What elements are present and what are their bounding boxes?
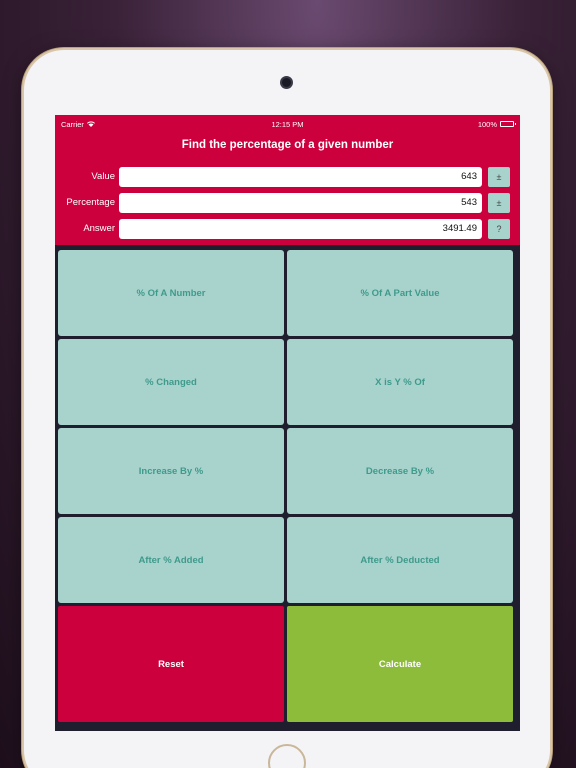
reset-button[interactable]: Reset [58, 606, 284, 722]
status-bar: Carrier 12:15 PM 100% [55, 115, 520, 133]
status-time: 12:15 PM [271, 119, 304, 129]
calculate-button[interactable]: Calculate [287, 606, 513, 722]
mode-percent-of-part-value-button[interactable]: % Of A Part Value [287, 250, 513, 336]
mode-x-is-y-percent-of-button[interactable]: X is Y % Of [287, 339, 513, 425]
percentage-label: Percentage [66, 197, 115, 208]
percentage-sign-toggle-button[interactable]: ± [488, 193, 510, 213]
answer-field: 3491.49 [119, 219, 482, 239]
mode-after-percent-added-button[interactable]: After % Added [58, 517, 284, 603]
value-sign-toggle-button[interactable]: ± [488, 167, 510, 187]
mode-percent-of-number-button[interactable]: % Of A Number [58, 250, 284, 336]
percentage-row: Percentage 543 ± [55, 193, 520, 213]
mode-grid: % Of A Number % Of A Part Value % Change… [58, 250, 517, 723]
mode-after-percent-deducted-button[interactable]: After % Deducted [287, 517, 513, 603]
value-field[interactable]: 643 [119, 167, 482, 187]
wifi-icon [86, 120, 95, 129]
calculator-header: Find the percentage of a given number Va… [55, 133, 520, 245]
value-row: Value 643 ± [55, 167, 520, 187]
home-button[interactable] [268, 744, 306, 768]
ipad-device: Carrier 12:15 PM 100% Find the percentag… [24, 50, 550, 768]
value-label: Value [91, 171, 115, 182]
answer-row: Answer 3491.49 ? [55, 219, 520, 239]
carrier-label: Carrier [61, 119, 84, 129]
percentage-field[interactable]: 543 [119, 193, 482, 213]
answer-label: Answer [83, 223, 115, 234]
answer-help-button[interactable]: ? [488, 219, 510, 239]
app-screen: Carrier 12:15 PM 100% Find the percentag… [55, 115, 520, 731]
battery-percent: 100% [477, 119, 497, 129]
mode-increase-by-percent-button[interactable]: Increase By % [58, 428, 284, 514]
page-title: Find the percentage of a given number [181, 139, 394, 151]
mode-decrease-by-percent-button[interactable]: Decrease By % [287, 428, 513, 514]
battery-icon [500, 121, 516, 127]
mode-percent-changed-button[interactable]: % Changed [58, 339, 284, 425]
front-camera [282, 78, 291, 87]
